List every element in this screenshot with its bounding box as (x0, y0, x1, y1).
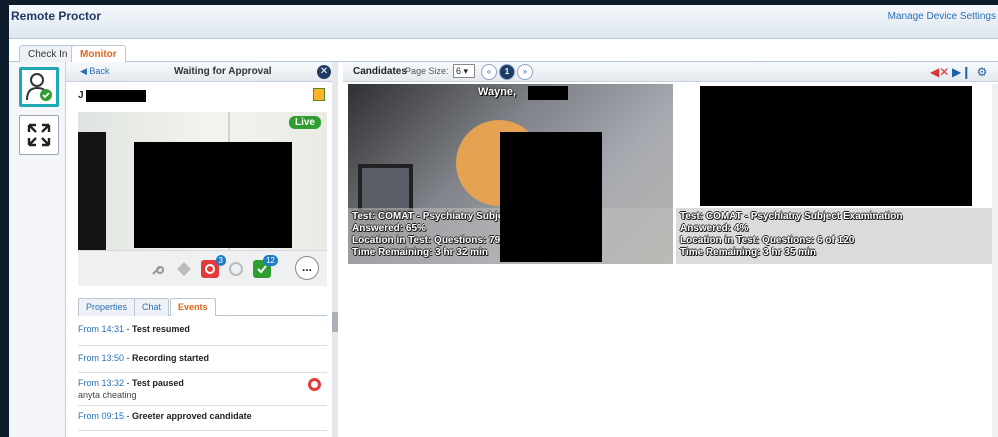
app-title: Remote Proctor (11, 9, 102, 23)
video-painting (358, 164, 413, 214)
candidates-title: Candidates (353, 66, 407, 77)
tab-events[interactable]: Events (170, 298, 216, 316)
play-pause-icon[interactable]: ▶❙ (952, 65, 971, 79)
event-time: From 09:15 (78, 411, 125, 421)
more-options-button[interactable]: ... (295, 256, 319, 280)
candidate-detail-panel: ◀ Back Waiting for Approval ✕ J Live 3 1… (66, 62, 338, 437)
detail-scrollbar[interactable] (332, 62, 338, 437)
redacted-tile-name (528, 86, 568, 100)
tile-test: Test: COMAT - Psychiatry Subject Examina… (680, 211, 903, 222)
video-toolbar: 3 12 ... (78, 250, 327, 286)
person-check-icon (26, 73, 52, 101)
pager-current-page[interactable]: 1 (499, 64, 515, 80)
tile-location: Location in Test: Questions: 6 of 120 (680, 235, 855, 246)
redacted-tile-video (700, 86, 972, 206)
detail-header: ◀ Back Waiting for Approval ✕ (66, 62, 337, 82)
event-item[interactable]: From 13:50 - Recording started (78, 347, 327, 373)
candidate-name-row: J (66, 82, 337, 110)
approve-count-badge: 12 (263, 255, 278, 266)
event-label: Test paused (132, 378, 184, 388)
event-note: anyta cheating (78, 390, 137, 400)
candidates-header: Candidates Page Size: 6 ▾ « 1 » ◀✕ ▶❙ ⚙ (343, 62, 998, 82)
candidate-name: J (78, 90, 84, 101)
manage-device-settings-link[interactable]: Manage Device Settings (888, 11, 996, 22)
tile-answered: Answered: 4% (680, 223, 749, 234)
tab-properties[interactable]: Properties (78, 298, 136, 316)
pause-count-badge: 3 (215, 255, 226, 266)
pause-test-icon[interactable]: 3 (200, 255, 226, 279)
gear-icon[interactable]: ⚙ (974, 65, 990, 79)
video-door (78, 132, 106, 250)
tab-chat[interactable]: Chat (134, 298, 170, 316)
candidate-video: Live (78, 112, 327, 250)
redacted-name (86, 90, 146, 102)
candidate-tile[interactable]: Test: COMAT - Psychiatry Subject Examina… (676, 84, 998, 264)
detail-subtabs: Properties Chat Events (78, 296, 327, 316)
tab-check-in[interactable]: Check In (19, 45, 77, 63)
pager-prev-button[interactable]: « (481, 64, 497, 80)
status-flag-icon[interactable] (313, 88, 325, 101)
main-tabs: Check In Monitor (9, 39, 998, 64)
left-rail (9, 62, 66, 437)
page-size-label: Page Size: (405, 66, 449, 76)
event-item[interactable]: From 09:15 - Greeter approved candidate (78, 407, 327, 431)
candidates-scrollbar[interactable] (992, 84, 998, 437)
pager-next-button[interactable]: » (517, 64, 533, 80)
wrench-icon[interactable] (148, 259, 168, 279)
event-label: Test resumed (132, 324, 190, 334)
event-time: From 13:32 (78, 378, 125, 388)
redacted-video (134, 142, 292, 248)
back-link[interactable]: ◀ Back (80, 66, 109, 77)
event-time: From 14:31 (78, 324, 125, 334)
tile-time-remaining: Time Remaining: 3 hr 35 min (680, 247, 816, 258)
candidate-approval-button[interactable] (19, 67, 59, 107)
page-size-select[interactable]: 6 ▾ (453, 64, 475, 78)
top-bar: Remote Proctor Manage Device Settings (9, 5, 998, 39)
event-time: From 13:50 (78, 353, 125, 363)
candidates-panel: Candidates Page Size: 6 ▾ « 1 » ◀✕ ▶❙ ⚙ … (343, 62, 998, 437)
candidate-tile[interactable]: Wayne, Test: COMAT - Psychiatry Subje An… (348, 84, 673, 264)
candidate-tile-name: Wayne, (478, 86, 517, 98)
target-icon[interactable] (226, 259, 246, 279)
expand-button[interactable] (19, 115, 59, 155)
page-size-value: 6 (456, 66, 462, 76)
redacted-tile-video (500, 132, 602, 262)
pause-event-icon (308, 378, 321, 391)
candidate-tile-info: Test: COMAT - Psychiatry Subject Examina… (676, 208, 998, 264)
event-item[interactable]: From 13:32 - Test paused anyta cheating (78, 374, 327, 406)
detail-scrollbar-thumb[interactable] (332, 312, 338, 332)
close-icon[interactable]: ✕ (317, 65, 331, 79)
event-label: Greeter approved candidate (132, 411, 252, 421)
mute-icon[interactable]: ◀✕ (930, 65, 949, 79)
event-item[interactable]: From 14:31 - Test resumed (78, 320, 327, 346)
expand-icon (27, 123, 51, 147)
detail-title: Waiting for Approval (174, 66, 272, 77)
event-label: Recording started (132, 353, 210, 363)
live-badge: Live (288, 116, 321, 129)
move-icon[interactable] (174, 259, 194, 279)
approve-icon[interactable]: 12 (252, 255, 278, 279)
back-label: Back (89, 66, 110, 76)
